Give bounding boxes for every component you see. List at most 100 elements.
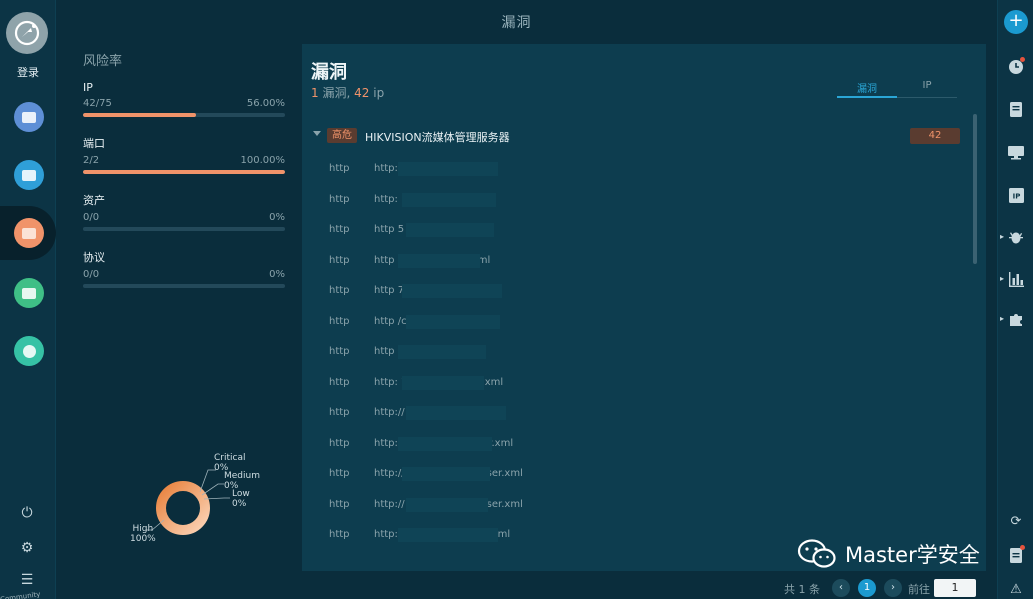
ip-count-label: ip xyxy=(373,86,385,100)
vuln-row[interactable]: httphttp:// 7788/config/user.xml xyxy=(302,429,972,460)
nav-item-charts[interactable] xyxy=(14,278,44,308)
donut-label-pct: 0% xyxy=(232,499,247,509)
expand-arrow-icon[interactable]: ▸ xyxy=(1000,232,1004,241)
vuln-row[interactable]: httphttp://1 /config/user.xml xyxy=(302,154,972,185)
tab-vulnerabilities[interactable]: 漏洞 xyxy=(837,80,897,98)
vuln-row[interactable]: httphttp:// 5:7788/config/user.xml xyxy=(302,490,972,521)
redaction-mask xyxy=(406,406,506,420)
ip-icon[interactable]: IP xyxy=(1005,184,1027,206)
severity-badge: 高危 xyxy=(327,128,357,143)
wechat-logo-icon xyxy=(797,539,836,568)
vuln-row[interactable]: httphttp:// 788/config/user.xml xyxy=(302,398,972,429)
report-icon[interactable] xyxy=(1005,544,1027,566)
page-title: 漏洞 xyxy=(501,15,532,31)
warning-icon[interactable]: ⚠ xyxy=(1005,578,1027,599)
vuln-row[interactable]: httphttp 8/config/user.xml xyxy=(302,337,972,368)
redaction-mask xyxy=(402,284,502,298)
view-tabs: 漏洞 IP xyxy=(837,80,957,98)
chart-icon xyxy=(22,287,36,299)
bug-icon[interactable] xyxy=(1005,226,1027,248)
svg-text:IP: IP xyxy=(1012,192,1020,200)
risk-stat-ip: IP 42/75 56.00% xyxy=(83,81,285,117)
nav-item-list[interactable] xyxy=(14,160,44,190)
vuln-row[interactable]: httphttp:// 9:7788/config/user.xml xyxy=(302,459,972,490)
stat-percent: 0% xyxy=(269,212,285,223)
prev-page-button[interactable]: ‹ xyxy=(832,579,850,597)
row-protocol: http xyxy=(329,315,350,327)
stat-percent: 0% xyxy=(269,269,285,280)
stat-ratio: 2/2 xyxy=(83,155,100,166)
donut-label-name: High xyxy=(132,524,154,534)
vuln-group-header[interactable]: 高危 HIKVISION流媒体管理服务器 42 xyxy=(311,126,961,148)
bar-chart-icon[interactable] xyxy=(1005,268,1027,290)
row-protocol: http xyxy=(329,346,350,357)
dashboard-icon xyxy=(22,111,36,123)
next-page-button[interactable]: › xyxy=(884,579,902,597)
row-protocol: http xyxy=(329,163,350,174)
vuln-row[interactable]: httphttp 88/config/user.xml xyxy=(302,246,972,277)
nav-item-dashboard[interactable] xyxy=(14,102,44,132)
vuln-group-count: 42 xyxy=(910,128,960,144)
nav-item-vulnerabilities[interactable] xyxy=(14,218,44,248)
puzzle-icon[interactable] xyxy=(1005,308,1027,330)
stat-ratio: 0/0 xyxy=(83,212,100,223)
vuln-row[interactable]: httphttp: 1 config/user.xml xyxy=(302,185,972,216)
refresh-icon[interactable]: ⟳ xyxy=(1005,510,1027,532)
stat-label: 资产 xyxy=(83,194,105,207)
row-protocol: http xyxy=(329,193,350,205)
tab-ip[interactable]: IP xyxy=(897,80,957,91)
vuln-row[interactable]: httphttp: 7 38/config/user.xml xyxy=(302,368,972,399)
goto-label: 前往 xyxy=(908,583,930,596)
donut-label-name: Critical xyxy=(214,453,246,463)
progress-bar xyxy=(83,170,285,174)
community-label: Community xyxy=(0,590,41,599)
scrollbar[interactable] xyxy=(973,114,977,264)
severity-donut: Critical 0% Medium 0% Low 0% High 100% xyxy=(120,448,290,558)
vuln-count: 1 xyxy=(311,86,319,100)
donut-label-low: Low 0% xyxy=(232,489,250,509)
clock-icon[interactable] xyxy=(1005,56,1027,78)
caret-down-icon[interactable] xyxy=(313,131,321,136)
goto-page-input[interactable]: 1 xyxy=(934,579,976,597)
redaction-mask xyxy=(406,314,500,329)
stat-label: IP xyxy=(83,81,93,94)
power-icon[interactable]: ⏻ xyxy=(17,503,37,523)
vuln-row[interactable]: httphttp 5 config/user.xml xyxy=(302,215,972,246)
progress-bar xyxy=(83,227,285,231)
vuln-summary: 1 漏洞, 42 ip xyxy=(311,84,384,101)
donut-label-high: High 100% xyxy=(130,524,156,544)
vuln-panel: 漏洞 1 漏洞, 42 ip 漏洞 IP 高危 HIKVISION流媒体管理服务… xyxy=(302,44,986,571)
login-link[interactable]: 登录 xyxy=(0,64,56,80)
row-protocol: http xyxy=(329,468,350,479)
menu-icon[interactable]: ☰ xyxy=(17,570,37,590)
document-icon[interactable] xyxy=(1005,98,1027,120)
expand-arrow-icon[interactable]: ▸ xyxy=(1000,314,1004,323)
vuln-row[interactable]: httphttp /config/user.xml xyxy=(302,307,972,338)
left-nav: 登录 ⏻ ⚙ ☰ Community xyxy=(0,0,56,599)
vuln-heading: 漏洞 xyxy=(311,62,347,83)
donut-label-pct: 100% xyxy=(130,534,156,544)
gear-icon[interactable]: ⚙ xyxy=(17,538,37,558)
redaction-mask xyxy=(398,436,492,451)
monitor-icon[interactable] xyxy=(1005,142,1027,164)
row-protocol: http xyxy=(329,285,350,296)
vuln-count-label: 漏洞, xyxy=(322,86,351,100)
notification-dot xyxy=(1020,545,1025,550)
watermark: Master学安全 xyxy=(797,534,980,574)
redaction-mask xyxy=(398,528,498,542)
redaction-mask xyxy=(402,467,490,481)
add-icon[interactable]: + xyxy=(1004,10,1028,34)
nav-item-plugins[interactable] xyxy=(14,336,44,366)
page-button-current[interactable]: 1 xyxy=(858,579,876,597)
progress-fill xyxy=(83,170,285,174)
vuln-row[interactable]: httphttp 788/config/user.xml xyxy=(302,276,972,307)
puzzle-icon xyxy=(22,344,36,358)
pagination: 共 1 条 ‹ 1 › 前往 1 xyxy=(784,578,984,598)
donut-label-critical: Critical 0% xyxy=(214,453,245,473)
progress-fill xyxy=(83,113,197,117)
list-icon xyxy=(22,169,36,181)
risk-stat-protocol: 协议 0/0 0% xyxy=(83,249,285,288)
expand-arrow-icon[interactable]: ▸ xyxy=(1000,274,1004,283)
donut-label-name: Medium xyxy=(224,471,260,481)
row-protocol: http xyxy=(329,254,350,266)
